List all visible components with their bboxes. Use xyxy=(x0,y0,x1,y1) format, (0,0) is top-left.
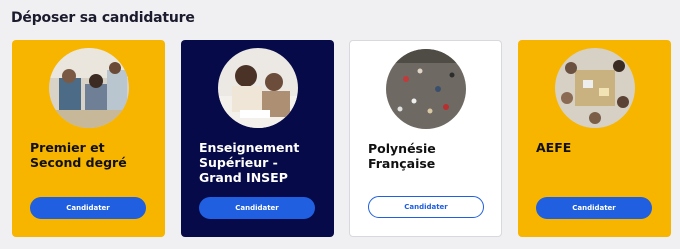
card-polynesie-francaise[interactable]: Polynésie Française Candidater xyxy=(349,40,502,237)
students-photo xyxy=(217,48,298,128)
card-title: Premier et Second degré xyxy=(30,140,158,170)
candidature-section: Déposer sa candidature Premier et Second… xyxy=(0,0,680,249)
card-aefe[interactable]: AEFE Candidater xyxy=(518,40,671,237)
card-title: Polynésie Française xyxy=(368,141,496,171)
candidater-button[interactable]: Candidater xyxy=(30,197,146,219)
card-title-line: Enseignement xyxy=(199,140,300,155)
card-premier-second-degre[interactable]: Premier et Second degré Candidater xyxy=(12,40,165,237)
card-title-line: Polynésie xyxy=(368,141,436,156)
section-title: Déposer sa candidature xyxy=(11,10,195,26)
card-title-line: AEFE xyxy=(536,140,572,155)
classroom-photo xyxy=(48,48,129,128)
card-title-line: Second degré xyxy=(30,155,127,170)
candidater-button[interactable]: Candidater xyxy=(536,197,652,219)
card-title: AEFE xyxy=(536,140,664,155)
card-title-line: Premier et xyxy=(30,140,105,155)
card-title-line: Grand INSEP xyxy=(199,170,288,185)
candidater-button[interactable]: Candidater xyxy=(368,196,484,218)
card-title: Enseignement Supérieur - Grand INSEP xyxy=(199,140,327,185)
card-enseignement-superieur[interactable]: Enseignement Supérieur - Grand INSEP Can… xyxy=(181,40,334,237)
card-title-line: Supérieur - xyxy=(199,155,278,170)
aerial-courtyard-photo xyxy=(385,49,466,129)
candidater-button[interactable]: Candidater xyxy=(199,197,315,219)
group-table-photo xyxy=(554,48,635,128)
card-title-line: Française xyxy=(368,156,436,171)
